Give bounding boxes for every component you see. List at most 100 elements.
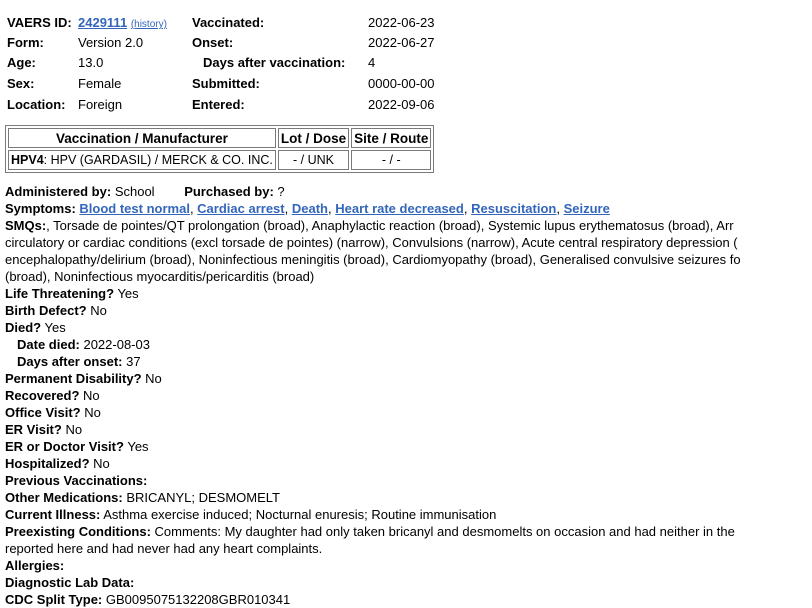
vaccine-cell: HPV4: HPV (GARDASIL) / MERCK & CO. INC. <box>8 150 276 170</box>
vaers-id-link[interactable]: 2429111 <box>78 15 127 30</box>
er-visit-line: ER Visit? No <box>5 421 812 438</box>
smqs-line-4: (broad), Noninfectious myocarditis/peric… <box>5 269 315 284</box>
smqs-label: SMQs: <box>5 218 47 233</box>
recovered-line: Recovered? No <box>5 387 812 404</box>
er-visit-label: ER Visit? <box>5 422 62 437</box>
preexisting-conditions-line: Preexisting Conditions: Comments: My dau… <box>5 523 812 540</box>
permanent-disability-line: Permanent Disability? No <box>5 370 812 387</box>
vaers-id-label: VAERS ID: <box>7 15 72 30</box>
preexisting-conditions-label: Preexisting Conditions: <box>5 524 151 539</box>
purchased-value: ? <box>277 184 285 199</box>
entered-label: Entered: <box>192 97 245 112</box>
office-visit-value: No <box>84 405 101 420</box>
recovered-label: Recovered? <box>5 388 80 403</box>
other-medications-label: Other Medications: <box>5 490 123 505</box>
birth-defect-label: Birth Defect? <box>5 303 87 318</box>
purchased-label: Purchased by: <box>184 184 274 199</box>
table-row: HPV4: HPV (GARDASIL) / MERCK & CO. INC. … <box>8 150 432 170</box>
died-line: Died? Yes <box>5 319 812 336</box>
submitted-label: Submitted: <box>192 76 260 91</box>
age-label: Age: <box>7 55 36 70</box>
er-doctor-visit-line: ER or Doctor Visit? Yes <box>5 438 812 455</box>
preexisting-conditions-value: Comments: My daughter had only taken bri… <box>154 524 735 539</box>
birth-defect-value: No <box>90 303 107 318</box>
sex-label: Sex: <box>7 76 35 91</box>
life-threatening-line: Life Threatening? Yes <box>5 285 812 302</box>
entered-value: 2022-09-06 <box>368 97 435 112</box>
previous-vaccinations-line: Previous Vaccinations: <box>5 472 812 489</box>
administered-line: Administered by: School Purchased by: ? <box>5 183 812 200</box>
birth-defect-line: Birth Defect? No <box>5 302 812 319</box>
er-doctor-visit-label: ER or Doctor Visit? <box>5 439 124 454</box>
er-visit-value: No <box>65 422 83 437</box>
other-medications-value: BRICANYL; DESMOMELT <box>126 490 280 505</box>
symptom-link-cardiac-arrest[interactable]: Cardiac arrest <box>197 201 284 216</box>
hospitalized-label: Hospitalized? <box>5 456 90 471</box>
form-label: Form: <box>7 35 44 50</box>
died-label: Died? <box>5 320 42 335</box>
diagnostic-lab-data-line: Diagnostic Lab Data: <box>5 574 812 591</box>
vaccinated-label: Vaccinated: <box>192 15 265 30</box>
date-died-line: Date died: 2022-08-03 <box>5 336 812 353</box>
symptom-link-blood-test-normal[interactable]: Blood test normal <box>79 201 190 216</box>
administered-value: School <box>114 184 155 199</box>
symptom-link-death[interactable]: Death <box>292 201 328 216</box>
hospitalized-value: No <box>93 456 110 471</box>
days-after-vaccination-label: Days after vaccination: <box>203 55 346 70</box>
permanent-disability-label: Permanent Disability? <box>5 371 142 386</box>
symptoms-line: Symptoms: Blood test normal, Cardiac arr… <box>5 201 610 216</box>
days-after-onset-label: Days after onset: <box>17 354 123 369</box>
diagnostic-lab-data-label: Diagnostic Lab Data: <box>5 575 135 590</box>
onset-value: 2022-06-27 <box>368 35 435 50</box>
location-value: Foreign <box>78 97 123 112</box>
header-site-route: Site / Route <box>351 128 432 148</box>
symptom-link-seizure[interactable]: Seizure <box>564 201 610 216</box>
current-illness-line: Current Illness: Asthma exercise induced… <box>5 506 812 523</box>
cdc-split-type-label: CDC Split Type: <box>5 592 103 607</box>
er-doctor-visit-value: Yes <box>127 439 149 454</box>
vaccinated-value: 2022-06-23 <box>368 15 435 30</box>
days-after-onset-line: Days after onset: 37 <box>5 353 812 370</box>
previous-vaccinations-label: Previous Vaccinations: <box>5 473 148 488</box>
symptoms-label: Symptoms: <box>5 201 76 216</box>
smqs-line-1: SMQs:, Torsade de pointes/QT prolongatio… <box>5 217 812 234</box>
current-illness-label: Current Illness: <box>5 507 101 522</box>
allergies-line: Allergies: <box>5 557 812 574</box>
site-route-cell: - / - <box>351 150 432 170</box>
date-died-label: Date died: <box>17 337 80 352</box>
location-label: Location: <box>7 97 66 112</box>
days-after-onset-value: 37 <box>126 354 141 369</box>
table-header-row: Vaccination / Manufacturer Lot / Dose Si… <box>8 128 432 148</box>
cdc-split-type-line: CDC Split Type: GB0095075132208GBR010341 <box>5 591 812 608</box>
preexisting-conditions-continued: reported here and had never had any hear… <box>5 541 323 556</box>
smqs-line-2: circulatory or cardiac conditions (excl … <box>5 235 738 250</box>
form-value: Version 2.0 <box>78 35 144 50</box>
date-died-value: 2022-08-03 <box>83 337 150 352</box>
administered-label: Administered by: <box>5 184 112 199</box>
header-vaccination-manufacturer: Vaccination / Manufacturer <box>8 128 276 148</box>
lot-dose-cell: - / UNK <box>277 150 350 170</box>
symptom-link-resuscitation[interactable]: Resuscitation <box>471 201 556 216</box>
onset-label: Onset: <box>192 35 234 50</box>
recovered-value: No <box>83 388 100 403</box>
died-value: Yes <box>44 320 66 335</box>
vaccination-table: Vaccination / Manufacturer Lot / Dose Si… <box>5 125 435 173</box>
sex-value: Female <box>78 76 122 91</box>
age-value: 13.0 <box>78 55 104 70</box>
vaccine-name: : HPV (GARDASIL) / MERCK & CO. INC. <box>43 153 273 167</box>
vaers-report-page: VAERS ID: 2429111 (history) Vaccinated: … <box>0 0 812 608</box>
report-details: Administered by: School Purchased by: ? … <box>5 183 812 608</box>
header-lot-dose: Lot / Dose <box>277 128 350 148</box>
other-medications-line: Other Medications: BRICANYL; DESMOMELT <box>5 489 812 506</box>
hospitalized-line: Hospitalized? No <box>5 455 812 472</box>
symptom-link-heart-rate-decreased[interactable]: Heart rate decreased <box>335 201 464 216</box>
permanent-disability-value: No <box>145 371 162 386</box>
life-threatening-value: Yes <box>117 286 139 301</box>
cdc-split-type-value: GB0095075132208GBR010341 <box>105 592 291 607</box>
history-link[interactable]: (history) <box>131 19 167 30</box>
office-visit-line: Office Visit? No <box>5 404 812 421</box>
submitted-value: 0000-00-00 <box>368 76 435 91</box>
vaccine-code: HPV4 <box>11 153 44 167</box>
current-illness-value: Asthma exercise induced; Nocturnal enure… <box>103 507 497 522</box>
allergies-label: Allergies: <box>5 558 65 573</box>
